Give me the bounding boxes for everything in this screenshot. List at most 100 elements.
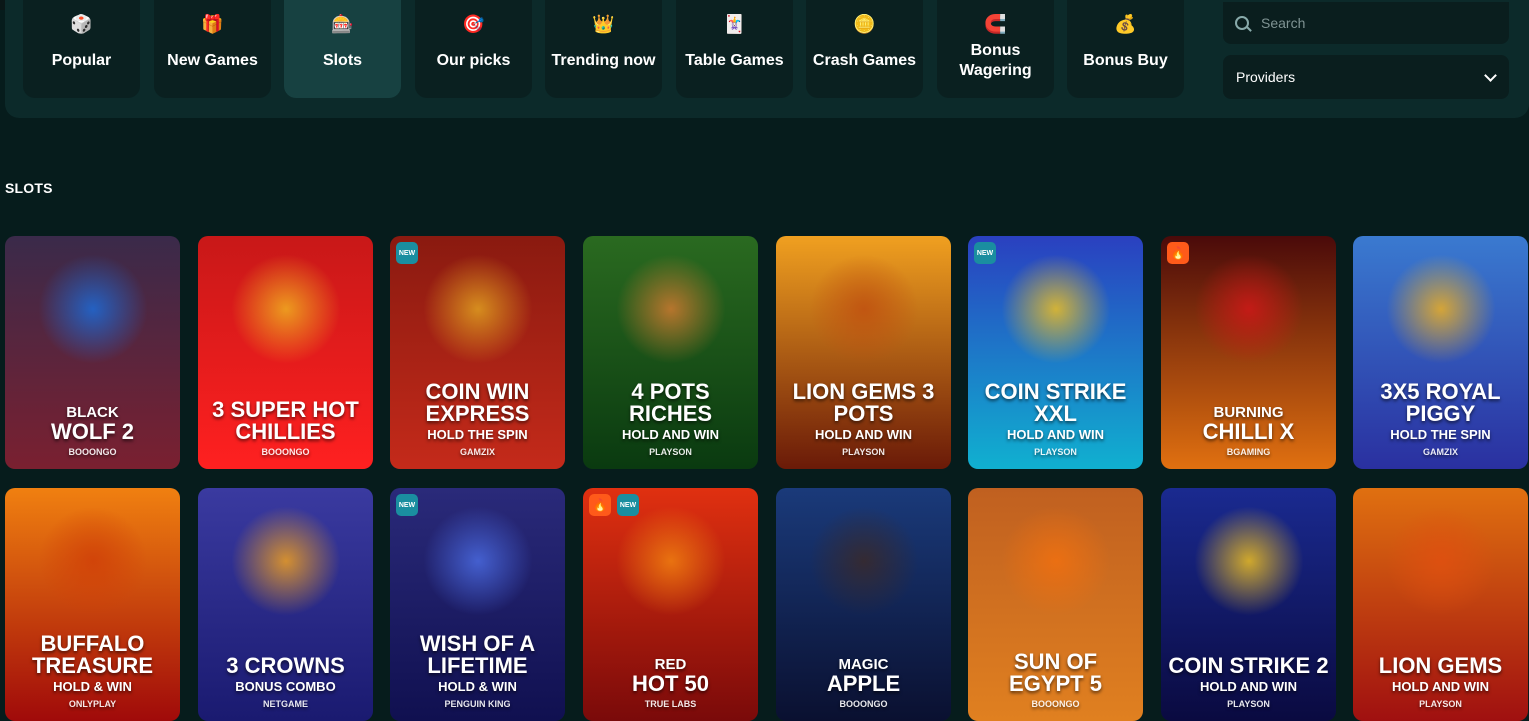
game-artwork [422,506,533,616]
game-provider: GAMZIX [1423,447,1458,457]
game-title: 3 SUPER HOT CHILLIES [212,397,359,444]
providers-label: Providers [1236,69,1296,85]
game-text: BURNING CHILLI X BGAMING [1197,405,1301,469]
game-text: 3 SUPER HOT CHILLIES BOOONGO [198,399,373,469]
new-badge: NEW [974,242,996,264]
game-card[interactable]: NEW WISH OF A LIFETIME HOLD & WIN PENGUIN K… [390,488,565,721]
game-artwork [230,506,341,616]
game-title: WISH OF A LIFETIME [419,631,536,678]
game-title: LION GEMS 3 POTS [792,379,935,426]
game-provider: BOOONGO [261,447,310,457]
category-new-games[interactable]: 🎁 New Games [154,0,271,98]
game-text: BUFFALO TREASURE HOLD & WIN ONLYPLAY [5,633,180,721]
game-card[interactable]: MAGIC APPLE BOOONGO [776,488,951,721]
category-label: Bonus Wagering [959,42,1032,79]
target-icon: 🎯 [462,14,485,34]
game-card[interactable]: LION GEMS 3 POTS HOLD AND WIN PLAYSON [776,236,951,469]
game-text: LION GEMS HOLD AND WIN PLAYSON [1373,655,1508,721]
game-provider: BGAMING [1226,447,1271,457]
game-title: BUFFALO TREASURE [31,631,153,678]
category-trending-now[interactable]: 👑 Trending now [545,0,662,98]
game-text: 4 POTS RICHES HOLD AND WIN PLAYSON [583,381,758,469]
game-artwork [615,254,726,364]
game-subtitle: HOLD AND WIN [1391,679,1489,694]
game-card[interactable]: BLACK WOLF 2 BOOONGO [5,236,180,469]
game-artwork [615,506,726,616]
game-subtitle: HOLD AND WIN [1006,427,1104,442]
game-artwork [1193,254,1304,364]
game-title: CHILLI X [1202,419,1295,444]
game-title: 4 POTS RICHES [628,379,713,426]
game-text: COIN STRIKE 2 HOLD AND WIN PLAYSON [1162,655,1334,721]
game-card[interactable]: 4 POTS RICHES HOLD AND WIN PLAYSON [583,236,758,469]
game-title: APPLE [826,671,901,696]
category-label: New Games [167,52,258,69]
game-provider: PLAYSON [1034,447,1077,457]
category-label: Our picks [436,52,511,69]
game-card[interactable]: 3 SUPER HOT CHILLIES BOOONGO [198,236,373,469]
game-card[interactable]: 🔥 BURNING CHILLI X BGAMING [1161,236,1336,469]
new-badge: NEW [396,494,418,516]
game-title: SUN OF EGYPT 5 [1009,649,1102,696]
chevron-down-icon [1484,68,1497,82]
search-input[interactable] [1259,14,1493,32]
game-artwork [230,254,341,364]
game-artwork [1000,506,1111,616]
game-card[interactable]: COIN STRIKE 2 HOLD AND WIN PLAYSON [1161,488,1336,721]
game-title: HOT 50 [631,671,710,696]
category-bonus-buy[interactable]: 💰 Bonus Buy [1067,0,1184,98]
game-card[interactable]: 🔥 NEW RED HOT 50 TRUE LABS [583,488,758,721]
game-subtitle: HOLD AND WIN [814,427,912,442]
game-title: COIN WIN EXPRESS [425,379,530,426]
game-text: 3X5 ROYAL PIGGY HOLD THE SPIN GAMZIX [1353,381,1528,469]
game-subtitle: HOLD THE SPIN [1390,427,1491,442]
game-text: SUN OF EGYPT 5 BOOONGO [968,651,1143,721]
search-box[interactable] [1223,2,1509,44]
game-provider: BOOONGO [839,699,888,709]
section-title: SLOTS [5,180,53,196]
game-text: COIN STRIKE XXL HOLD AND WIN PLAYSON [968,381,1143,469]
game-provider: ONLYPLAY [68,699,117,709]
new-badge: NEW [396,242,418,264]
crown-icon: 👑 [592,14,615,34]
game-provider: NETGAME [263,699,308,709]
game-artwork [422,254,533,364]
game-text: MAGIC APPLE BOOONGO [821,657,906,721]
gift-icon: 🎁 [201,14,224,34]
game-artwork [37,506,148,616]
game-provider: BOOONGO [1031,699,1080,709]
fire-icon: 🔥 [1167,242,1189,264]
game-card[interactable]: SUN OF EGYPT 5 BOOONGO [968,488,1143,721]
game-subtitle: HOLD & WIN [53,679,132,694]
category-label: Slots [322,52,363,69]
game-artwork [1385,254,1496,364]
game-card[interactable]: NEW COIN WIN EXPRESS HOLD THE SPIN GAMZIX [390,236,565,469]
category-label: Trending now [551,52,656,69]
game-card[interactable]: 3X5 ROYAL PIGGY HOLD THE SPIN GAMZIX [1353,236,1528,469]
game-card[interactable]: BUFFALO TREASURE HOLD & WIN ONLYPLAY [5,488,180,721]
game-provider: PENGUIN KING [444,699,511,709]
game-artwork [37,254,148,364]
category-table-games[interactable]: 🃏 Table Games [676,0,793,98]
category-our-picks[interactable]: 🎯 Our picks [415,0,532,98]
game-card[interactable]: LION GEMS HOLD AND WIN PLAYSON [1353,488,1528,721]
category-popular[interactable]: 🎲 Popular [23,0,140,98]
game-text: RED HOT 50 TRUE LABS [626,657,715,721]
game-provider: PLAYSON [1419,699,1462,709]
chip-icon: 🪙 [853,14,876,34]
horseshoe-icon: 🧲 [984,14,1007,34]
game-provider: BOOONGO [68,447,117,457]
game-card[interactable]: NEW COIN STRIKE XXL HOLD AND WIN PLAYSON [968,236,1143,469]
category-crash-games[interactable]: 🪙 Crash Games [806,0,923,98]
providers-dropdown[interactable]: Providers [1223,55,1509,99]
game-subtitle: HOLD THE SPIN [427,427,528,442]
category-bonus-wagering[interactable]: 🧲 Bonus Wagering [937,0,1054,98]
game-text: BLACK WOLF 2 BOOONGO [45,405,140,469]
game-artwork [808,254,919,364]
category-slots[interactable]: 🎰 Slots [284,0,401,98]
game-provider: GAMZIX [460,447,495,457]
bonus-icon: 💰 [1114,14,1137,34]
game-card[interactable]: 3 CROWNS BONUS COMBO NETGAME [198,488,373,721]
category-label: Popular [51,52,112,69]
slot-777-icon: 🎰 [331,14,354,34]
